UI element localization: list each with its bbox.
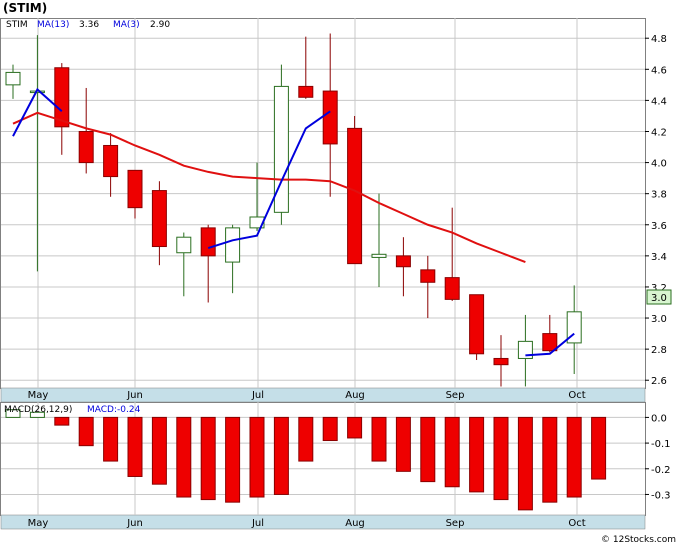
candle-down — [444, 277, 460, 300]
candle-down — [200, 227, 216, 257]
candle-down — [298, 85, 314, 98]
price-tick-label: 3.8 — [651, 190, 667, 201]
macd-bar — [444, 416, 460, 488]
price-tick-label: 4.8 — [651, 34, 667, 45]
month-label: Sep — [446, 390, 465, 401]
price-tick-label: 3.4 — [651, 252, 667, 263]
macd-bar — [493, 416, 509, 501]
candle-down — [127, 169, 143, 209]
macd-bar — [420, 416, 436, 483]
macd-legend-label: MACD(26,12,9) — [4, 405, 72, 415]
candle-up — [371, 253, 387, 258]
macd-bar — [371, 416, 387, 462]
macd-x-axis-band — [0, 514, 646, 530]
month-label: Jun — [126, 518, 143, 529]
candle-down — [151, 190, 167, 248]
price-tick-label: 4.2 — [651, 127, 667, 138]
chart-title: (STIM) — [3, 1, 47, 15]
legend-symbol: STIM — [6, 20, 28, 30]
candle-down — [78, 130, 94, 164]
macd-tick-label: -0.1 — [651, 439, 671, 450]
stock-chart: May May Jun Jun Jul Jul Aug Aug Sep Sep Oct Oct 2.6… — [0, 0, 680, 546]
macd-bar — [298, 416, 314, 462]
macd-bar — [127, 416, 143, 477]
month-label: Aug — [345, 390, 365, 401]
macd-tick-label: -0.3 — [651, 490, 671, 501]
candle-down — [420, 269, 436, 283]
candle-down — [347, 127, 363, 265]
month-label: Oct — [568, 518, 585, 529]
legend-ma3-value: 2.90 — [150, 20, 170, 30]
candle-up — [176, 236, 192, 254]
price-tick-label: 4.4 — [651, 96, 667, 107]
price-tick-label: 2.8 — [651, 345, 667, 356]
month-label: Oct — [568, 390, 585, 401]
month-label: Jun — [126, 390, 143, 401]
candle-down — [542, 333, 558, 352]
candle-up — [5, 71, 21, 86]
macd-bar — [347, 416, 363, 439]
macd-bar — [273, 416, 289, 495]
candle-down — [322, 90, 338, 145]
macd-tick-label: 0.0 — [651, 413, 667, 424]
month-label: May — [28, 390, 49, 401]
candle-up — [225, 227, 241, 263]
footer-credit: © 12Stocks.com — [601, 535, 676, 545]
price-tick-label: 2.6 — [651, 376, 667, 387]
candle-down — [103, 144, 119, 178]
macd-bar — [54, 416, 70, 426]
macd-bar — [517, 416, 533, 511]
macd-bar — [78, 416, 94, 447]
candle-down — [395, 255, 411, 268]
macd-bar — [103, 416, 119, 462]
last-price-tag-text: 3.0 — [651, 293, 667, 304]
price-tick-label: 3.6 — [651, 221, 667, 232]
month-label: Aug — [345, 518, 365, 529]
last-price-tag: 3.0 — [646, 289, 672, 305]
legend-ma13-label: MA(13) — [37, 20, 69, 30]
price-x-axis-band — [0, 387, 646, 403]
price-tick-label: 4.6 — [651, 65, 667, 76]
price-tick-label: 4.0 — [651, 159, 667, 170]
macd-bar — [542, 416, 558, 503]
macd-bar — [200, 416, 216, 501]
macd-bar — [176, 416, 192, 498]
macd-bar — [151, 416, 167, 485]
legend-ma3-label: MA(3) — [113, 20, 140, 30]
candle-down — [54, 67, 70, 128]
month-label: Jul — [251, 518, 264, 529]
macd-bar — [249, 416, 265, 498]
candle-down — [493, 357, 509, 366]
macd-legend-value: MACD:-0.24 — [87, 405, 141, 415]
macd-bar — [591, 416, 607, 480]
macd-bar — [395, 416, 411, 472]
month-label: Sep — [446, 518, 465, 529]
month-label: May — [28, 518, 49, 529]
macd-bar — [469, 416, 485, 493]
candle-down — [469, 294, 485, 355]
y-tick-labels: 2.62.83.03.23.43.63.84.04.24.44.64.80.0-… — [645, 34, 671, 501]
price-tick-label: 3.0 — [651, 314, 667, 325]
month-label: Jul — [251, 390, 264, 401]
macd-legend: MACD(26,12,9) MACD:-0.24 — [4, 405, 141, 415]
macd-tick-label: -0.2 — [651, 465, 671, 476]
macd-bar — [566, 416, 582, 498]
legend-ma13-value: 3.36 — [79, 20, 99, 30]
macd-bar — [225, 416, 241, 503]
price-panel-frame — [0, 18, 646, 389]
macd-bar — [322, 416, 338, 442]
chart-canvas: May May Jun Jun Jul Jul Aug Aug Sep Sep Oct Oct 2.6… — [0, 1, 676, 545]
